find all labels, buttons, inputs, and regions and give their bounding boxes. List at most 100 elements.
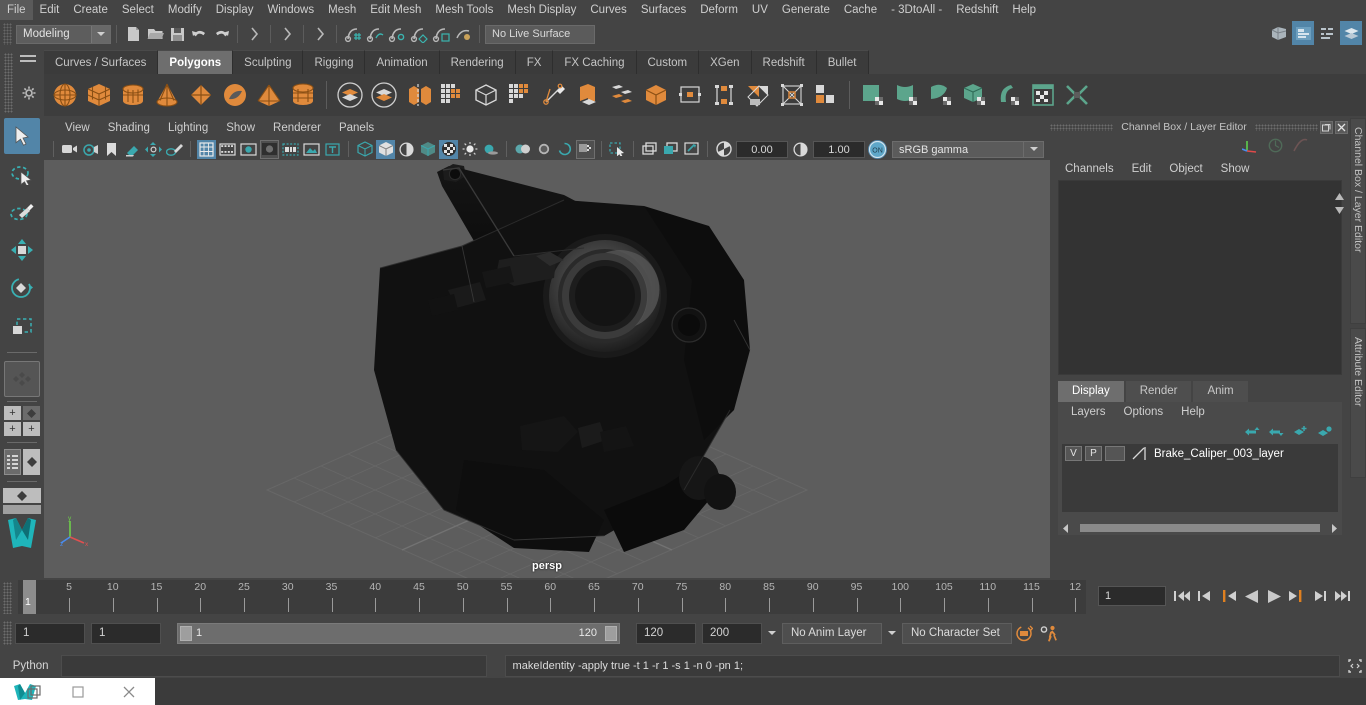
poly-cone-icon[interactable] [150,77,184,113]
layer-list[interactable]: V P Brake_Caliper_003_layer [1062,444,1338,512]
exposure-reset-icon[interactable] [682,140,701,159]
select-camera-icon[interactable] [60,140,79,159]
channel-box-menu-show[interactable]: Show [1212,158,1259,180]
snap-to-projected-center-icon[interactable] [408,23,430,45]
shelf-tab-redshift[interactable]: Redshift [751,50,817,74]
screen-space-ao-icon[interactable] [513,140,532,159]
move-tool-icon[interactable] [4,232,40,268]
uv-transfer-attributes-icon[interactable] [992,77,1026,113]
shelf-tab-sculpting[interactable]: Sculpting [233,50,304,74]
shelf-tab-fx[interactable]: FX [515,50,554,74]
step-back-keyframe-icon[interactable] [1195,585,1215,607]
shelf-grip[interactable] [4,53,13,113]
paint-select-tool-icon[interactable] [4,194,40,230]
menu-item-redshift[interactable]: Redshift [949,0,1005,20]
bevel-icon[interactable] [435,77,469,113]
viewport-menu-lighting[interactable]: Lighting [159,118,217,138]
camera-attributes-icon[interactable] [81,140,100,159]
select-by-component-type-icon[interactable] [309,23,331,45]
select-tool-icon[interactable] [4,118,40,154]
channel-box-list[interactable] [1058,180,1342,375]
gate-mask-icon[interactable] [260,139,279,159]
menu-item-create[interactable]: Create [66,0,115,20]
playback-start-time-field[interactable]: 1 [91,622,161,644]
viewport-menu-view[interactable]: View [56,118,99,138]
layout-two-pane-icon[interactable]: + [4,422,21,436]
channel-box-menu-object[interactable]: Object [1160,158,1211,180]
layer-list-horizontal-scrollbar[interactable] [1062,523,1338,533]
snap-to-curve-icon[interactable] [364,23,386,45]
snap-to-view-planes-icon[interactable] [430,23,452,45]
go-to-end-icon[interactable] [1333,585,1353,607]
close-panel-icon[interactable] [1335,120,1348,134]
menu-set-selector[interactable]: Modeling [16,24,111,44]
menu-item-uv[interactable]: UV [745,0,775,20]
color-profile-select[interactable]: sRGB gamma [892,140,1024,158]
extrude-icon[interactable] [401,77,435,113]
menu-item-file[interactable]: File [0,0,33,20]
view-transform-exposure-icon[interactable] [714,140,733,159]
use-all-lights-icon[interactable] [460,140,479,159]
menu-item-cache[interactable]: Cache [837,0,884,20]
move-layer-up-icon[interactable] [1245,426,1260,440]
color-profile-chevron-icon[interactable] [1024,140,1044,158]
xray-joints-icon[interactable] [640,140,659,159]
snap-to-grid-icon[interactable] [342,23,364,45]
animation-end-time-field[interactable]: 200 [702,622,762,644]
layer-editor-tab-anim[interactable]: Anim [1193,381,1248,402]
step-forward-frame-icon[interactable] [1287,585,1307,607]
side-tab-attribute-editor[interactable]: Attribute Editor [1350,328,1366,478]
bookmark-icon[interactable] [102,140,121,159]
shelf-options-gear-icon[interactable] [22,86,36,103]
channel-box-menu-edit[interactable]: Edit [1123,158,1161,180]
channel-box-menu-channels[interactable]: Channels [1056,158,1123,180]
color-management-toggle-icon[interactable]: ON [868,139,887,159]
gamma-value-field[interactable]: 1.00 [813,140,865,158]
shelf-tab-rigging[interactable]: Rigging [303,50,366,74]
play-backwards-icon[interactable] [1241,585,1261,607]
poly-prism-icon[interactable] [286,77,320,113]
undock-panel-icon[interactable] [1320,120,1333,134]
auto-keyframe-icon[interactable] [1012,623,1036,644]
make-live-icon[interactable] [452,23,474,45]
two-d-pan-zoom-icon[interactable] [144,140,163,159]
script-editor-icon[interactable] [1344,655,1366,677]
uv-planar-map-icon[interactable] [856,77,890,113]
menu-item-mesh-tools[interactable]: Mesh Tools [428,0,500,20]
character-set-chevron-icon[interactable] [882,623,902,644]
exposure-value-field[interactable]: 0.00 [736,140,788,158]
detach-components-icon[interactable] [707,77,741,113]
time-slider-track[interactable]: 1 5 10 15 20 25 30 35 40 45 50 55 60 65 70 75 80 85 90 95 1… [18,580,1086,614]
shelf-tab-bullet[interactable]: Bullet [816,50,869,74]
animation-preferences-icon[interactable] [1036,623,1062,644]
shelf-tab-fx-caching[interactable]: FX Caching [553,50,637,74]
redo-icon[interactable] [210,23,232,45]
menu-item-select[interactable]: Select [115,0,161,20]
layer-editor-tab-render[interactable]: Render [1125,381,1192,402]
multi-cut-icon[interactable] [537,77,571,113]
outliner-persp-layout-icon[interactable] [4,449,21,475]
lasso-select-tool-icon[interactable] [4,156,40,192]
poke-face-icon[interactable] [775,77,809,113]
poly-torus-icon[interactable] [218,77,252,113]
layer-playback-toggle[interactable]: P [1085,446,1102,461]
menu-item-mesh[interactable]: Mesh [321,0,363,20]
show-hide-modeling-toolkit-icon[interactable] [1268,21,1290,45]
shelf-tab-xgen[interactable]: XGen [699,50,752,74]
layer-name[interactable]: Brake_Caliper_003_layer [1154,448,1284,460]
uv-spherical-map-icon[interactable] [924,77,958,113]
toggle-text-icon[interactable] [323,140,342,159]
menu-item-3dtoall[interactable]: - 3DtoAll - [884,0,949,20]
poly-sphere-icon[interactable] [48,77,82,113]
layout-single-persp-icon[interactable]: + [4,406,21,420]
show-hide-attribute-editor-icon[interactable] [1292,21,1314,45]
menu-item-curves[interactable]: Curves [583,0,633,20]
go-to-start-icon[interactable] [1172,585,1192,607]
maya-app-icon[interactable] [0,678,52,705]
channel-box-scroll-arrows[interactable] [1334,192,1346,215]
shelf-tab-rendering[interactable]: Rendering [439,50,516,74]
shelf-tab-curves-surfaces[interactable]: Curves / Surfaces [44,50,159,74]
layer-menu-layers[interactable]: Layers [1062,402,1115,423]
chevron-down-icon[interactable] [91,25,110,43]
character-set-select[interactable]: No Character Set [902,622,1012,644]
